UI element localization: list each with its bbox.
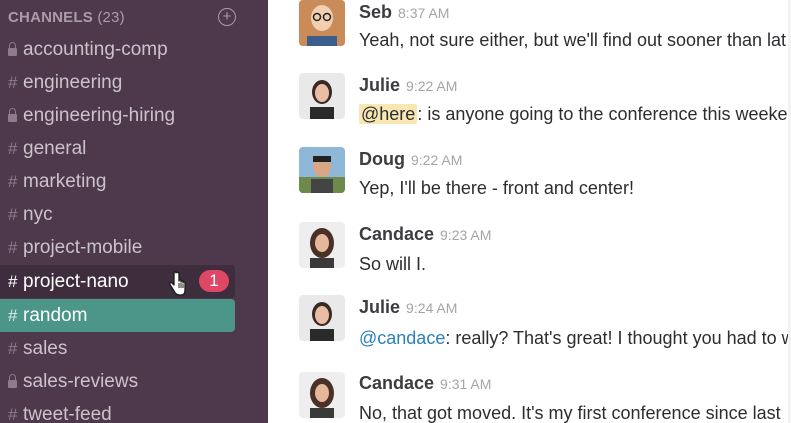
sidebar-item-sales[interactable]: # sales xyxy=(0,332,235,365)
sidebar-item-random[interactable]: # random xyxy=(0,299,235,332)
sidebar-item-tweet-feed[interactable]: # tweet-feed xyxy=(0,398,235,423)
lock-icon xyxy=(8,107,17,122)
hash-icon: # xyxy=(8,72,18,92)
lock-icon xyxy=(8,41,17,56)
message-timestamp[interactable]: 8:37 AM xyxy=(398,5,449,21)
hand-cursor-icon xyxy=(169,271,186,296)
channel-name: engineering-hiring xyxy=(23,104,176,126)
avatar[interactable] xyxy=(299,147,345,193)
channel-name: marketing xyxy=(23,170,107,192)
hash-icon: # xyxy=(8,204,18,224)
channels-header: CHANNELS (23) + xyxy=(8,6,236,28)
sidebar-item-engineering[interactable]: # engineering xyxy=(0,66,235,99)
message-author[interactable]: Julie xyxy=(359,297,400,318)
message-text: Yep, I'll be there - front and center! xyxy=(359,178,634,198)
hash-icon: # xyxy=(8,338,18,358)
hash-icon: # xyxy=(8,305,18,325)
message-timestamp[interactable]: 9:22 AM xyxy=(406,78,457,94)
avatar[interactable] xyxy=(299,73,345,119)
message-text: @candace: really? That's great! I though… xyxy=(359,328,791,348)
sidebar-item-project-nano[interactable]: # project-nano 1 xyxy=(0,265,235,298)
message-item: Seb 8:37 AM Yeah, not sure either, but w… xyxy=(268,0,791,70)
message-author[interactable]: Doug xyxy=(359,149,405,170)
message-pane: Seb 8:37 AM Yeah, not sure either, but w… xyxy=(268,0,791,423)
message-item: Candace 9:23 AM So will I. xyxy=(268,221,791,291)
message-text: So will I. xyxy=(359,254,427,274)
message-author[interactable]: Candace xyxy=(359,224,434,245)
message-item: Candace 9:31 AM No, that got moved. It's… xyxy=(268,370,791,423)
message-item: Julie 9:22 AM @here: is anyone going to … xyxy=(268,72,791,142)
hash-icon: # xyxy=(8,271,18,291)
sidebar-item-nyc[interactable]: # nyc xyxy=(0,198,235,231)
add-channel-icon[interactable]: + xyxy=(218,8,236,26)
channel-name: sales-reviews xyxy=(23,370,139,392)
sidebar-item-engineering-hiring[interactable]: engineering-hiring xyxy=(0,99,235,132)
sidebar-item-sales-reviews[interactable]: sales-reviews xyxy=(0,365,235,398)
channels-title: CHANNELS xyxy=(8,8,93,26)
avatar[interactable] xyxy=(299,372,345,418)
message-author[interactable]: Candace xyxy=(359,373,434,394)
message-timestamp[interactable]: 9:22 AM xyxy=(411,152,462,168)
sidebar-item-general[interactable]: # general xyxy=(0,132,235,165)
hash-icon: # xyxy=(8,237,18,257)
message-item: Julie 9:24 AM @candace: really? That's g… xyxy=(268,294,791,364)
hash-icon: # xyxy=(8,404,18,423)
hash-icon: # xyxy=(8,138,18,158)
lock-icon xyxy=(8,373,17,388)
avatar[interactable] xyxy=(299,0,345,46)
hash-icon: # xyxy=(8,171,18,191)
sidebar-item-accounting-comp[interactable]: accounting-comp xyxy=(0,33,235,66)
message-timestamp[interactable]: 9:31 AM xyxy=(440,376,491,392)
avatar[interactable] xyxy=(299,295,345,341)
message-timestamp[interactable]: 9:24 AM xyxy=(406,300,457,316)
channel-sidebar: CHANNELS (23) + accounting-comp # engine… xyxy=(0,0,268,423)
avatar[interactable] xyxy=(299,222,345,268)
channel-name: engineering xyxy=(23,71,123,93)
channel-name: tweet-feed xyxy=(23,403,112,423)
channel-name: sales xyxy=(23,337,68,359)
channel-name: project-nano xyxy=(23,270,129,292)
channel-name: accounting-comp xyxy=(23,38,168,60)
message-text: No, that got moved. It's my first confer… xyxy=(359,403,781,423)
channels-count: (23) xyxy=(97,8,125,26)
sidebar-item-marketing[interactable]: # marketing xyxy=(0,165,235,198)
message-item: Doug 9:22 AM Yep, I'll be there - front … xyxy=(268,146,791,216)
message-author[interactable]: Seb xyxy=(359,2,392,23)
message-author[interactable]: Julie xyxy=(359,75,400,96)
sidebar-item-project-mobile[interactable]: # project-mobile xyxy=(0,231,235,264)
user-mention[interactable]: @candace xyxy=(359,328,445,348)
message-timestamp[interactable]: 9:23 AM xyxy=(440,227,491,243)
here-mention[interactable]: @here xyxy=(359,104,418,124)
channel-name: random xyxy=(23,304,88,326)
channel-name: nyc xyxy=(23,203,53,225)
unread-badge: 1 xyxy=(199,270,229,292)
channel-name: general xyxy=(23,137,87,159)
message-text: Yeah, not sure either, but we'll find ou… xyxy=(359,30,787,50)
channels-heading[interactable]: CHANNELS (23) xyxy=(8,9,125,26)
channel-name: project-mobile xyxy=(23,236,143,258)
message-text: @here: is anyone going to the conference… xyxy=(359,104,791,124)
